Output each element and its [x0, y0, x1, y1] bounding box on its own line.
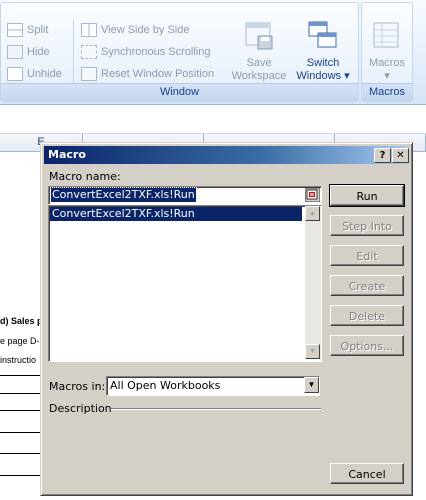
macros-in-value: All Open Workbooks — [110, 379, 221, 392]
window-group-label: Window — [1, 83, 358, 101]
options-button[interactable]: Options... — [330, 335, 404, 356]
unhide-icon — [7, 67, 23, 81]
macros-in-dropdown-button[interactable]: ▼ — [304, 377, 319, 393]
cancel-button[interactable]: Cancel — [330, 463, 404, 484]
chevron-down-icon: ▼ — [307, 380, 316, 389]
synchronous-scrolling-button[interactable]: Synchronous Scrolling — [81, 43, 210, 61]
collapse-dialog-icon — [306, 189, 318, 200]
reset-window-position-button[interactable]: Reset Window Position — [81, 65, 214, 83]
view-side-by-side-button[interactable]: View Side by Side — [81, 21, 189, 39]
switch-windows-icon — [308, 21, 338, 51]
macros-group: Macros ▾ Macros — [361, 2, 413, 102]
unhide-button[interactable]: Unhide — [7, 65, 62, 83]
view-side-by-side-icon — [81, 23, 97, 37]
save-workspace-button[interactable]: Save Workspace — [229, 21, 289, 83]
macro-list-scrollbar[interactable]: ▲ ▼ — [305, 206, 321, 359]
macros-icon — [372, 21, 402, 51]
macro-name-value: ConvertExcel2TXF.xls!Run — [50, 187, 197, 203]
create-button[interactable]: Create — [330, 275, 404, 296]
edit-button[interactable]: Edit — [330, 245, 404, 266]
dialog-titlebar[interactable]: Macro ? ✕ — [44, 146, 409, 164]
macros-button[interactable]: Macros ▾ — [363, 21, 411, 83]
macro-name-label: Macro name: — [49, 170, 121, 183]
table-line — [0, 393, 40, 394]
cell-text: instructio — [0, 355, 37, 365]
split-button[interactable]: Split — [7, 21, 48, 39]
run-button[interactable]: Run — [329, 184, 405, 207]
table-line — [0, 475, 40, 476]
table-line — [0, 375, 40, 376]
close-button[interactable]: ✕ — [392, 148, 409, 163]
cell-text: e page D- — [0, 336, 40, 346]
reset-window-position-icon — [81, 67, 97, 81]
macros-in-select[interactable]: All Open Workbooks ▼ — [106, 376, 320, 396]
macros-in-label: Macros in: — [49, 380, 106, 393]
macro-name-field[interactable]: ConvertExcel2TXF.xls!Run — [48, 186, 322, 205]
window-group: Split Hide Unhide View Side by Side Sync… — [0, 2, 359, 102]
split-icon — [7, 23, 23, 37]
synchronous-scrolling-icon — [81, 45, 97, 59]
macro-list-item[interactable]: ConvertExcel2TXF.xls!Run — [50, 207, 302, 221]
formula-bar-area — [0, 105, 426, 134]
save-workspace-icon — [244, 21, 274, 51]
cell-text: d) Sales p — [0, 316, 43, 326]
table-line — [0, 453, 40, 454]
step-into-button[interactable]: Step Into — [330, 215, 404, 236]
description-separator — [111, 408, 321, 410]
hide-button[interactable]: Hide — [7, 43, 50, 61]
description-text — [49, 418, 319, 468]
description-label: Description — [49, 402, 112, 415]
scroll-up-button[interactable]: ▲ — [305, 206, 320, 221]
dialog-title: Macro — [48, 148, 86, 161]
delete-button[interactable]: Delete — [330, 305, 404, 326]
switch-windows-button[interactable]: Switch Windows ▾ — [291, 21, 355, 83]
scroll-down-button[interactable]: ▼ — [305, 344, 320, 359]
hide-icon — [7, 45, 23, 59]
collapse-dialog-button[interactable] — [305, 188, 320, 202]
table-line — [0, 432, 40, 433]
ribbon: Split Hide Unhide View Side by Side Sync… — [0, 0, 426, 105]
macro-list[interactable]: ConvertExcel2TXF.xls!Run ▲ ▼ — [48, 205, 322, 362]
macro-dialog: Macro ? ✕ Macro name: ConvertExcel2TXF.x… — [40, 142, 413, 496]
help-button[interactable]: ? — [374, 148, 391, 163]
macros-group-label: Macros — [362, 83, 412, 101]
table-line — [0, 410, 40, 411]
